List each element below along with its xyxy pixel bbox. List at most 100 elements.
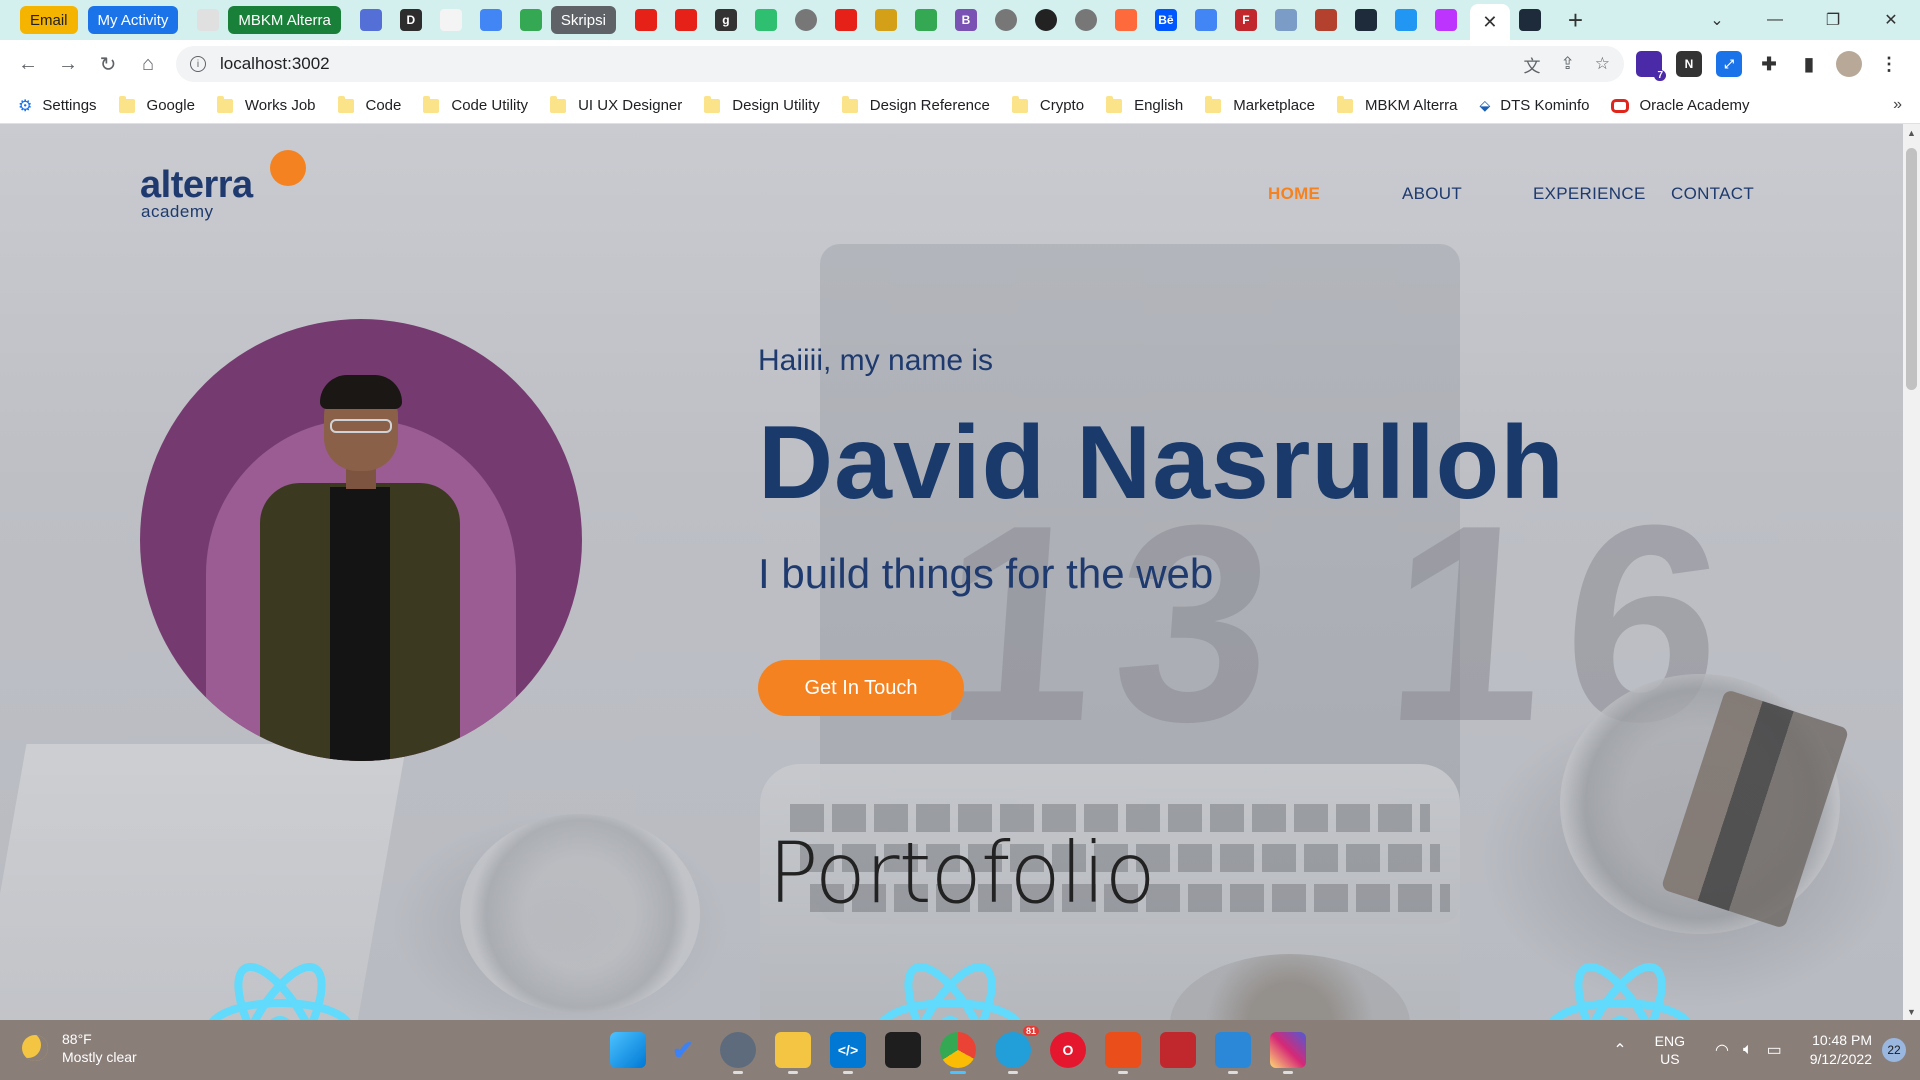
tab-drive-icon[interactable] xyxy=(914,9,937,31)
figma-icon[interactable] xyxy=(885,1032,921,1068)
show-hidden-icons-caret-icon[interactable]: ⌃ xyxy=(1613,1040,1626,1060)
tab-globe-icon[interactable] xyxy=(1074,9,1097,31)
tab-github-icon[interactable] xyxy=(1034,9,1057,31)
tab-group-mbkm-alterra[interactable]: MBKM Alterra xyxy=(228,6,341,34)
get-in-touch-button[interactable]: Get In Touch xyxy=(758,660,964,716)
bookmark-folder-works-job[interactable]: Works Job xyxy=(216,95,316,114)
tab-group-email[interactable]: Email xyxy=(20,6,78,34)
side-panel-icon[interactable]: ▮ xyxy=(1796,51,1822,77)
tab-behance-icon[interactable]: Bē xyxy=(1154,9,1177,31)
tab-favicon-icon[interactable] xyxy=(359,9,382,31)
scrollbar-thumb[interactable] xyxy=(1906,148,1917,390)
extensions-puzzle-icon[interactable]: ✚ xyxy=(1756,51,1782,77)
tab-vite-icon[interactable] xyxy=(1434,9,1457,31)
extension-icon[interactable]: 7 xyxy=(1636,51,1666,81)
mendeley-icon[interactable] xyxy=(1160,1032,1196,1068)
minimize-button[interactable]: — xyxy=(1746,11,1804,29)
tab-favicon-icon[interactable] xyxy=(1114,9,1137,31)
tab-goodreads-icon[interactable]: g xyxy=(714,9,737,31)
telegram-icon[interactable]: 81 xyxy=(995,1026,1039,1074)
nav-experience-link[interactable]: EXPERIENCE xyxy=(1533,184,1646,204)
tab-globe-icon[interactable] xyxy=(994,9,1017,31)
tab-react-icon[interactable] xyxy=(1518,9,1541,31)
site-info-icon[interactable]: i xyxy=(190,56,206,72)
tab-react-icon[interactable] xyxy=(1354,9,1377,31)
tab-mui-icon[interactable] xyxy=(1394,9,1417,31)
menu-kebab-icon[interactable]: ⋮ xyxy=(1876,51,1902,77)
battery-icon[interactable]: ▭ xyxy=(1767,1040,1782,1060)
todo-app-icon[interactable]: ✔ xyxy=(665,1032,701,1068)
tab-youtube-icon[interactable] xyxy=(834,9,857,31)
wifi-icon[interactable]: ◠ xyxy=(1715,1040,1729,1060)
camera-app-icon[interactable] xyxy=(720,1032,756,1074)
volume-icon[interactable]: 🔈︎ xyxy=(1743,1041,1753,1059)
tab-bootstrap-icon[interactable]: B xyxy=(954,9,977,31)
weather-widget[interactable]: 88°F Mostly clear xyxy=(22,1030,137,1066)
chrome-icon[interactable] xyxy=(940,1032,976,1074)
active-tab-close-button[interactable]: ✕ xyxy=(1469,4,1510,40)
tab-youtube-icon[interactable] xyxy=(634,9,657,31)
tab-favicon-icon[interactable] xyxy=(874,9,897,31)
forward-button[interactable]: → xyxy=(48,44,88,84)
tab-favicon-icon[interactable] xyxy=(1274,9,1297,31)
profile-avatar-icon[interactable] xyxy=(1836,51,1862,77)
bookmark-oracle-academy[interactable]: Oracle Academy xyxy=(1611,97,1750,114)
notification-count-badge[interactable]: 22 xyxy=(1882,1038,1906,1062)
bookmark-folder-design-utility[interactable]: Design Utility xyxy=(704,95,820,114)
start-windows-icon[interactable] xyxy=(610,1032,646,1068)
bookmark-folder-ui-ux-designer[interactable]: UI UX Designer xyxy=(550,95,682,114)
bookmark-folder-code-utility[interactable]: Code Utility xyxy=(423,95,528,114)
tab-globe-icon[interactable] xyxy=(794,9,817,31)
file-explorer-icon[interactable] xyxy=(775,1032,811,1074)
opera-icon[interactable]: O xyxy=(1050,1032,1086,1068)
bookmark-folder-design-reference[interactable]: Design Reference xyxy=(841,95,990,114)
bookmark-star-icon[interactable]: ☆ xyxy=(1595,54,1610,74)
tab-favicon-icon[interactable] xyxy=(439,9,462,31)
tab-search-chevron-icon[interactable]: ⌄ xyxy=(1688,10,1746,30)
tab-docs-icon[interactable] xyxy=(1194,9,1217,31)
scroll-up-arrow-icon[interactable]: ▲ xyxy=(1903,124,1920,141)
tab-group-skripsi[interactable]: Skripsi xyxy=(550,6,616,34)
bookmark-folder-google[interactable]: Google xyxy=(118,95,195,114)
bookmark-folder-mbkm-alterra[interactable]: MBKM Alterra xyxy=(1336,95,1458,114)
bookmarks-overflow-chevron-icon[interactable]: » xyxy=(1893,96,1902,114)
tab-favicon-icon[interactable]: F xyxy=(1234,9,1257,31)
tab-dev-icon[interactable]: D xyxy=(399,9,422,31)
nav-about-link[interactable]: ABOUT xyxy=(1402,184,1462,204)
page-scrollbar[interactable]: ▲ ▼ xyxy=(1903,124,1920,1020)
reload-button[interactable]: ↻ xyxy=(88,44,128,84)
tab-favicon-icon[interactable] xyxy=(1314,9,1337,31)
notepad-icon[interactable] xyxy=(1215,1032,1251,1074)
bookmark-folder-code[interactable]: Code xyxy=(337,95,401,114)
vscode-icon[interactable]: </> xyxy=(830,1032,866,1074)
address-bar[interactable]: i localhost:3002 文 ⇪ ☆ xyxy=(176,46,1624,82)
tab-drive-icon[interactable] xyxy=(519,9,542,31)
tab-group-my-activity[interactable]: My Activity xyxy=(87,6,179,34)
acrobat-icon[interactable] xyxy=(1105,1032,1141,1074)
bookmark-folder-crypto[interactable]: Crypto xyxy=(1011,95,1084,114)
bookmark-folder-marketplace[interactable]: Marketplace xyxy=(1205,95,1315,114)
tab-favicon-icon[interactable] xyxy=(197,9,220,31)
hero-name-heading: David Nasrulloh xyxy=(758,405,1565,521)
bookmark-settings[interactable]: ⚙ Settings xyxy=(18,96,97,116)
resize-extension-icon[interactable]: ⤢ xyxy=(1716,51,1742,77)
nav-contact-link[interactable]: CONTACT xyxy=(1671,184,1754,204)
share-icon[interactable]: ⇪ xyxy=(1561,54,1575,74)
nav-home-link[interactable]: HOME xyxy=(1268,184,1320,204)
bookmark-dts-kominfo[interactable]: ⬙ DTS Kominfo xyxy=(1480,97,1590,114)
restore-button[interactable]: ❐ xyxy=(1804,10,1862,30)
scroll-down-arrow-icon[interactable]: ▼ xyxy=(1903,1003,1920,1020)
tab-docs-icon[interactable] xyxy=(479,9,502,31)
home-button[interactable]: ⌂ xyxy=(128,44,168,84)
clock[interactable]: 10:48 PM 9/12/2022 xyxy=(1810,1031,1872,1069)
instagram-icon[interactable] xyxy=(1270,1032,1306,1074)
translate-icon[interactable]: 文 xyxy=(1524,52,1541,77)
tab-favicon-icon[interactable] xyxy=(754,9,777,31)
language-indicator[interactable]: ENG US xyxy=(1655,1032,1685,1068)
close-window-button[interactable]: ✕ xyxy=(1862,10,1920,30)
back-button[interactable]: ← xyxy=(8,44,48,84)
tab-youtube-icon[interactable] xyxy=(674,9,697,31)
new-tab-button[interactable]: + xyxy=(1568,5,1583,36)
news-extension-icon[interactable]: N xyxy=(1676,51,1702,77)
bookmark-folder-english[interactable]: English xyxy=(1106,95,1183,114)
